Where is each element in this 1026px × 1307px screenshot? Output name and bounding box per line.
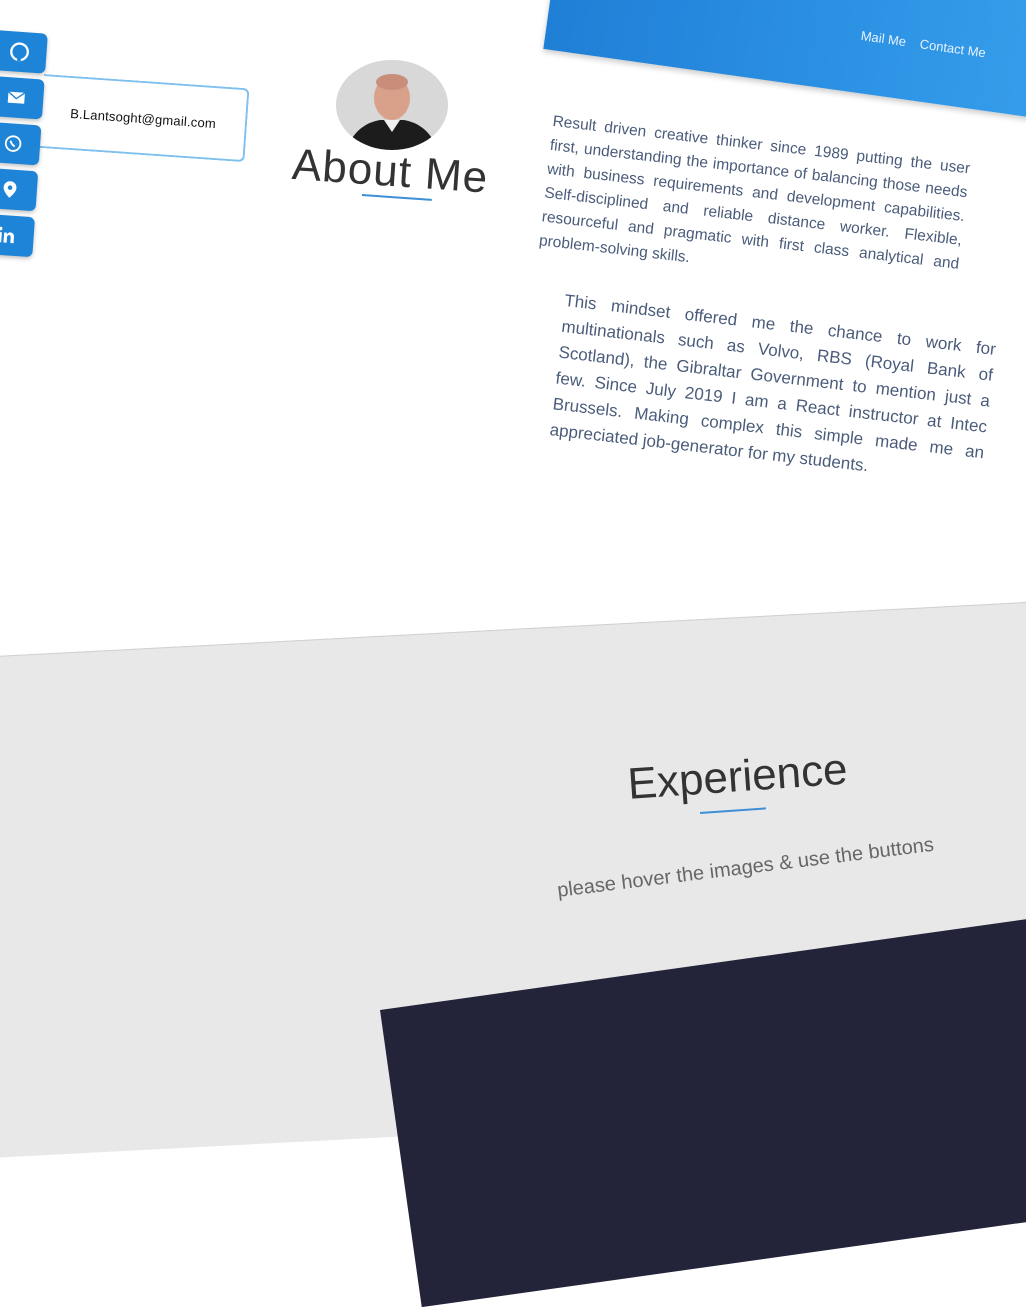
email-popout: B.Lantsoght@gmail.com xyxy=(38,74,250,163)
profile-photo xyxy=(336,60,448,150)
email-address[interactable]: B.Lantsoght@gmail.com xyxy=(70,105,217,130)
github-icon xyxy=(10,42,29,62)
avatar xyxy=(336,60,448,150)
linkedin-icon xyxy=(0,226,14,244)
mail-icon xyxy=(7,91,26,104)
mail-button[interactable] xyxy=(0,75,45,120)
linkedin-button[interactable] xyxy=(0,213,36,258)
whatsapp-icon xyxy=(4,135,22,152)
github-button[interactable] xyxy=(0,30,48,74)
location-button[interactable] xyxy=(0,167,39,212)
location-icon xyxy=(3,181,17,198)
whatsapp-button[interactable] xyxy=(0,121,42,166)
